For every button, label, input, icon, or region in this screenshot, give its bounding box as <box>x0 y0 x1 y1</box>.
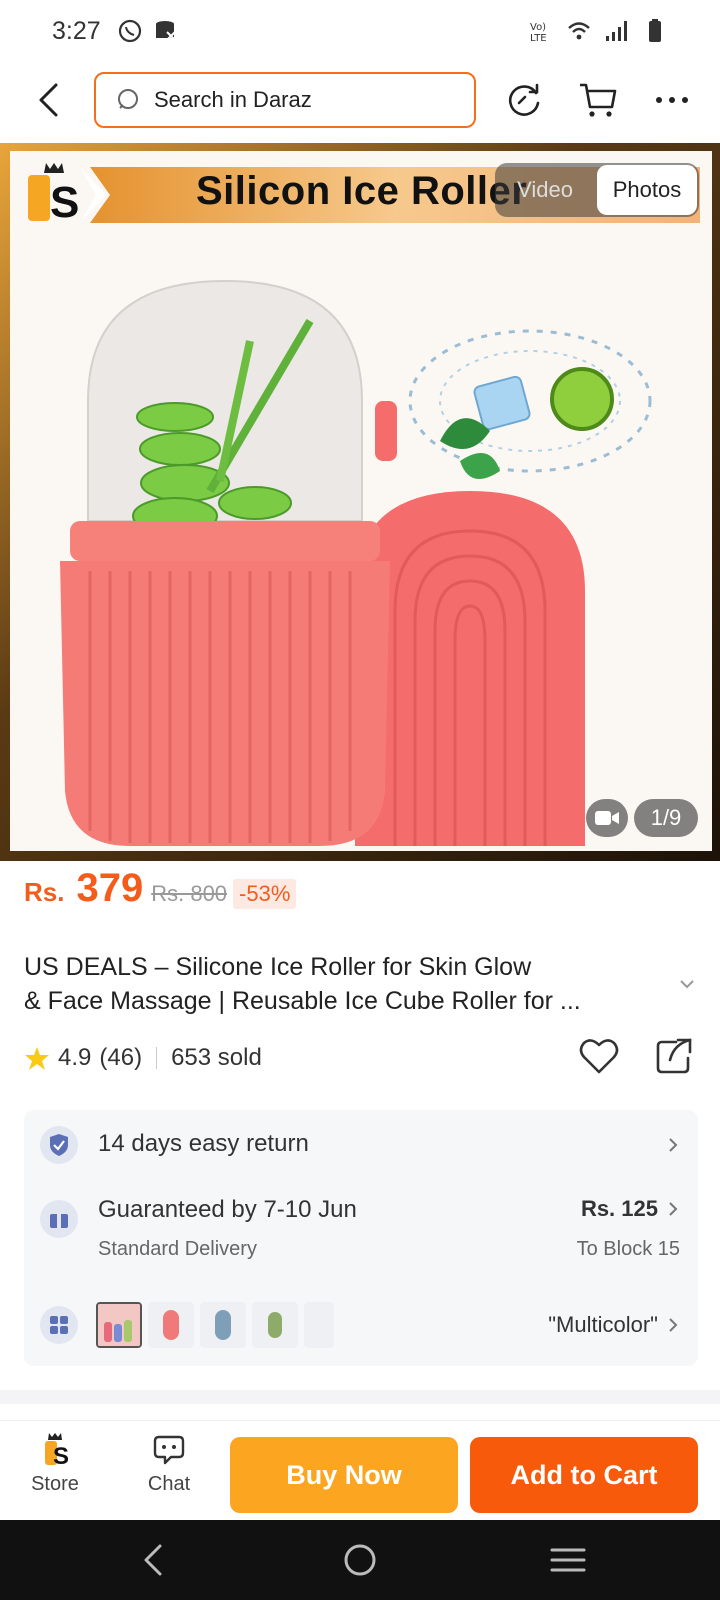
svg-text:Vo): Vo) <box>530 22 546 33</box>
section-divider <box>0 1390 720 1404</box>
grid-icon <box>50 1316 68 1334</box>
variant-thumb-pink[interactable] <box>148 1302 194 1348</box>
product-photo: S Silicon Ice Roller Video Photos 1/9 <box>10 151 712 851</box>
variant-row[interactable]: "Multicolor" <box>24 1280 698 1366</box>
more-horizontal-icon <box>656 97 688 103</box>
chevron-right-icon <box>669 1202 678 1216</box>
chevron-right-icon <box>669 1138 678 1152</box>
status-bar: 3:27 Vo) LTE <box>0 0 720 62</box>
product-title[interactable]: US DEALS – Silicone Ice Roller for Skin … <box>24 950 664 1018</box>
delivery-type: Standard Delivery <box>98 1238 257 1260</box>
buy-now-button[interactable]: Buy Now <box>230 1437 458 1513</box>
product-title-line2: & Face Massage | Reusable Ice Cube Rolle… <box>24 987 581 1015</box>
data-saver-icon <box>155 21 176 41</box>
history-button[interactable] <box>502 78 546 122</box>
star-icon <box>25 1047 49 1070</box>
battery-icon <box>649 19 661 42</box>
variant-thumb-green[interactable] <box>252 1302 298 1348</box>
search-icon <box>118 89 138 109</box>
chat-icon <box>153 1435 185 1465</box>
store-button[interactable]: S Store <box>10 1431 100 1496</box>
back-button[interactable] <box>28 78 68 122</box>
volte-icon: Vo)LTE <box>530 22 547 44</box>
product-image-gallery[interactable]: S Silicon Ice Roller Video Photos 1/9 <box>0 143 720 861</box>
returns-row[interactable]: 14 days easy return <box>24 1110 698 1180</box>
delivery-row[interactable]: Guaranteed by 7-10 Jun Standard Delivery… <box>24 1180 698 1280</box>
media-toggle[interactable]: Video Photos <box>495 163 699 217</box>
search-input[interactable]: Search in Daraz <box>94 72 476 128</box>
price-row: Rs. 379 Rs. 800 -53% <box>24 866 297 916</box>
signal-icon <box>606 21 627 41</box>
svg-text:S: S <box>50 178 78 225</box>
delivery-guarantee: Guaranteed by 7-10 Jun <box>98 1196 357 1223</box>
product-illustration <box>60 279 652 846</box>
cart-icon <box>580 83 617 117</box>
variant-icon-wrap <box>40 1306 78 1344</box>
more-options-button[interactable] <box>650 78 694 122</box>
variant-thumb-more[interactable] <box>304 1302 334 1348</box>
store-logo-icon: S <box>45 1433 69 1467</box>
cart-button[interactable] <box>576 78 620 122</box>
video-tab[interactable]: Video <box>495 163 595 217</box>
chat-button[interactable]: Chat <box>124 1431 214 1496</box>
delivery-icon-wrap <box>40 1200 78 1238</box>
share-icon[interactable] <box>654 1036 694 1076</box>
review-count: (46) <box>99 1044 143 1071</box>
chevron-down-icon[interactable] <box>676 973 698 995</box>
whatsapp-icon <box>118 19 141 43</box>
nav-back-icon[interactable] <box>134 1540 174 1580</box>
price-currency: Rs. <box>24 877 65 907</box>
video-camera-icon <box>595 811 619 825</box>
wishlist-heart-icon[interactable] <box>578 1036 620 1076</box>
banner-title: Silicon Ice Roller <box>196 169 528 213</box>
system-nav-bar <box>0 1520 720 1600</box>
variant-thumb-multicolor[interactable] <box>96 1302 142 1348</box>
wifi-icon <box>568 22 590 40</box>
divider <box>156 1047 158 1069</box>
store-label: Store <box>31 1473 79 1495</box>
shield-check-icon <box>50 1134 68 1156</box>
refresh-icon <box>508 83 540 116</box>
returns-text: 14 days easy return <box>98 1130 309 1157</box>
seller-logo: S <box>26 161 79 227</box>
svg-text:S: S <box>53 1443 69 1467</box>
product-title-line1: US DEALS – Silicone Ice Roller for Skin … <box>24 953 532 981</box>
variant-thumbnails <box>96 1302 334 1348</box>
top-bar: Search in Daraz <box>0 62 720 140</box>
discount-badge: -53% <box>233 879 297 909</box>
chevron-right-icon <box>669 1318 678 1332</box>
image-counter: 1/9 <box>634 799 698 837</box>
nav-home-icon[interactable] <box>340 1540 380 1580</box>
selected-variant: "Multicolor" <box>548 1312 658 1337</box>
video-badge[interactable] <box>586 799 628 837</box>
price-current: 379 <box>76 866 144 910</box>
variant-thumb-blue[interactable] <box>200 1302 246 1348</box>
rating-row[interactable]: 4.9 (46) 653 sold <box>24 1038 262 1078</box>
rating-value: 4.9 <box>58 1044 92 1071</box>
price-original: Rs. 800 <box>151 881 228 906</box>
chat-label: Chat <box>147 1473 191 1495</box>
search-placeholder: Search in Daraz <box>154 87 312 112</box>
sold-count: 653 sold <box>171 1044 262 1071</box>
add-to-cart-button[interactable]: Add to Cart <box>470 1437 698 1513</box>
delivery-box-icon <box>50 1210 68 1228</box>
service-info-card: 14 days easy return Guaranteed by 7-10 J… <box>24 1110 698 1366</box>
chevron-left-icon <box>39 83 58 117</box>
svg-text:LTE: LTE <box>530 33 547 44</box>
bottom-action-bar: S Store Chat Buy Now Add to Cart <box>0 1420 720 1520</box>
photos-tab[interactable]: Photos <box>597 165 697 215</box>
shield-icon-wrap <box>40 1126 78 1164</box>
delivery-fee: Rs. 125 <box>580 1196 658 1221</box>
nav-recents-icon[interactable] <box>548 1540 588 1580</box>
delivery-location: To Block 15 <box>576 1238 680 1260</box>
status-time: 3:27 <box>52 16 101 45</box>
